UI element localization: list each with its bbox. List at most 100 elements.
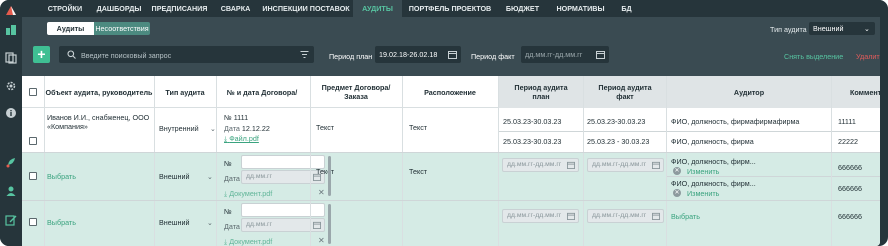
contract-number-input[interactable] <box>241 155 325 169</box>
subtab-nonconformities[interactable]: Несоответствия <box>94 22 150 35</box>
table-header: Объект аудита, руководитель Тип аудита №… <box>22 76 880 108</box>
header-period-plan: Период аудита план <box>499 76 583 108</box>
nav-tab[interactable]: ПРЕДПИСАНИЯ <box>147 0 212 17</box>
row-checkbox[interactable] <box>29 137 37 145</box>
info-icon[interactable] <box>5 107 17 119</box>
fact-period-input[interactable]: дд.мм.гг-дд.мм.гг <box>521 46 609 63</box>
nav-tab[interactable]: БЮДЖЕТ <box>498 0 547 17</box>
plan-period-input[interactable]: 19.02.18-26.02.18 <box>375 46 461 63</box>
table-row[interactable]: Иванов И.И., снабженец, ООО «Компания» В… <box>22 109 880 152</box>
remove-auditor-icon[interactable]: ✕ <box>673 167 681 175</box>
plan-period-input[interactable]: дд.мм.гг-дд.мм.гг <box>502 158 579 172</box>
row-divider <box>22 200 880 201</box>
audit-type-cell[interactable]: Внутренний ⌄ <box>159 124 216 133</box>
table-row[interactable]: Выбрать Внешний ⌄ № Дата дд.мм.гг ⤓ Доку… <box>22 201 880 246</box>
header-location: Расположение <box>424 87 476 97</box>
calendar-icon[interactable] <box>652 161 660 169</box>
buildings-icon[interactable] <box>5 24 17 36</box>
contract-date-label: Дата <box>224 222 240 231</box>
contract-date-input[interactable]: дд.мм.гг <box>241 218 325 232</box>
header-auditor: Аудитор <box>667 76 831 108</box>
fact-period-input[interactable]: дд.мм.гг-дд.мм.гг <box>587 209 664 223</box>
object-select-link[interactable]: Выбрать <box>47 218 76 227</box>
comment-2: 22222 <box>838 137 858 146</box>
nav-tab[interactable]: ИНСПЕКЦИИ ПОСТАВОК <box>259 0 353 17</box>
row-checkbox[interactable] <box>29 172 37 180</box>
calendar-icon[interactable] <box>652 212 660 220</box>
calendar-icon[interactable] <box>567 212 575 220</box>
contract-file-name: Документ.pdf <box>229 189 273 198</box>
fact-period-placeholder: дд.мм.гг-дд.мм.гг <box>525 50 583 59</box>
edit-auditor-link[interactable]: Изменить <box>687 167 719 176</box>
column-divider <box>44 76 45 246</box>
audit-type-cell[interactable]: Внешний ⌄ <box>159 172 213 181</box>
contract-date-input[interactable]: дд.мм.гг <box>241 170 325 184</box>
auditor-2: ФИО, должность, фирма <box>671 137 754 146</box>
audit-type-select[interactable]: Внешний ⌄ <box>809 22 875 35</box>
rocket-icon[interactable] <box>5 156 17 168</box>
documents-icon[interactable] <box>5 52 17 64</box>
select-all-checkbox[interactable] <box>29 88 37 96</box>
close-icon[interactable]: ✕ <box>318 188 325 197</box>
nav-tab[interactable]: ПОРТФЕЛЬ ПРОЕКТОВ <box>402 0 498 17</box>
chevron-down-icon: ⌄ <box>207 218 214 227</box>
search-placeholder: Введите поисковый запрос <box>81 51 172 60</box>
contract-file-link[interactable]: ⤓ Файл.pdf <box>224 134 259 144</box>
contract-cell-scrollbar[interactable] <box>328 156 331 196</box>
comment-1: 11111 <box>838 117 856 126</box>
contract-date-label: Дата <box>224 174 240 183</box>
user-icon[interactable] <box>5 185 17 197</box>
search-input[interactable]: Введите поисковый запрос <box>59 46 314 63</box>
fact-period-label: Период факт <box>471 52 515 61</box>
contract-file-link[interactable]: ⤓ Документ.pdf <box>224 237 272 246</box>
gear-icon[interactable] <box>5 80 17 92</box>
fact-placeholder: дд.мм.гг-дд.мм.гг <box>592 161 647 168</box>
contract-file-link[interactable]: ⤓ Документ.pdf <box>224 189 272 199</box>
row-checkbox[interactable] <box>29 218 37 226</box>
contract-number-label: № <box>224 207 232 216</box>
object-select-link[interactable]: Выбрать <box>47 172 76 181</box>
comment-1: 666666 <box>838 212 862 221</box>
top-navigation: СТРОЙКИ ДАШБОРДЫ ПРЕДПИСАНИЯ СВАРКА ИНСПЕКЦИ… <box>22 0 888 17</box>
audit-type-cell-value: Внешний <box>159 218 190 227</box>
row-divider <box>22 152 880 153</box>
audit-type-cell-value: Внешний <box>159 172 190 181</box>
close-icon[interactable]: ✕ <box>318 236 325 245</box>
contract-cell-scrollbar[interactable] <box>328 204 331 244</box>
location-text: Текст <box>409 123 428 132</box>
calendar-icon[interactable] <box>448 50 457 59</box>
download-icon: ⤓ <box>224 237 228 246</box>
contract-number-input[interactable] <box>241 203 325 217</box>
contract-number-label: № <box>224 159 232 168</box>
nav-tab[interactable]: БД <box>614 0 639 17</box>
subtab-audits[interactable]: Аудиты <box>47 22 94 35</box>
nav-tab[interactable]: АУДИТЫ <box>353 0 402 17</box>
calendar-icon[interactable] <box>313 221 321 229</box>
delete-link[interactable]: Удалить <box>856 52 880 61</box>
comment-1: 666666 <box>838 163 862 172</box>
nav-tab[interactable]: ДАШБОРДЫ <box>91 0 147 17</box>
filter-icon[interactable] <box>300 50 309 59</box>
plan-period-label: Период план <box>329 52 373 61</box>
contract-file-name: Документ.pdf <box>229 237 273 246</box>
fact-period-input[interactable]: дд.мм.гг-дд.мм.гг <box>587 158 664 172</box>
nav-tab[interactable]: НОРМАТИВЫ <box>547 0 614 17</box>
edit-note-icon[interactable] <box>5 214 17 226</box>
remove-auditor-icon[interactable]: ✕ <box>673 189 681 197</box>
column-divider <box>154 76 155 246</box>
clear-selection-link[interactable]: Снять выделение <box>784 52 843 61</box>
table-row[interactable]: Выбрать Внешний ⌄ № Дата дд.мм.гг ⤓ Доку… <box>22 153 880 200</box>
column-divider <box>831 76 832 246</box>
edit-auditor-link[interactable]: Изменить <box>687 189 719 198</box>
audit-type-label: Тип аудита <box>770 25 807 34</box>
calendar-icon[interactable] <box>567 161 575 169</box>
auditor-1: ФИО, должность, фирмафирмафирма <box>671 117 800 126</box>
audit-type-cell[interactable]: Внешний ⌄ <box>159 218 213 227</box>
nav-tab[interactable]: СТРОЙКИ <box>39 0 91 17</box>
plan-period-input[interactable]: дд.мм.гг-дд.мм.гг <box>502 209 579 223</box>
nav-tab[interactable]: СВАРКА <box>212 0 259 17</box>
header-type: Тип аудита <box>165 87 205 97</box>
add-button[interactable]: + <box>33 46 50 63</box>
calendar-icon[interactable] <box>596 50 605 59</box>
auditor-select-link[interactable]: Выбрать <box>671 212 700 221</box>
